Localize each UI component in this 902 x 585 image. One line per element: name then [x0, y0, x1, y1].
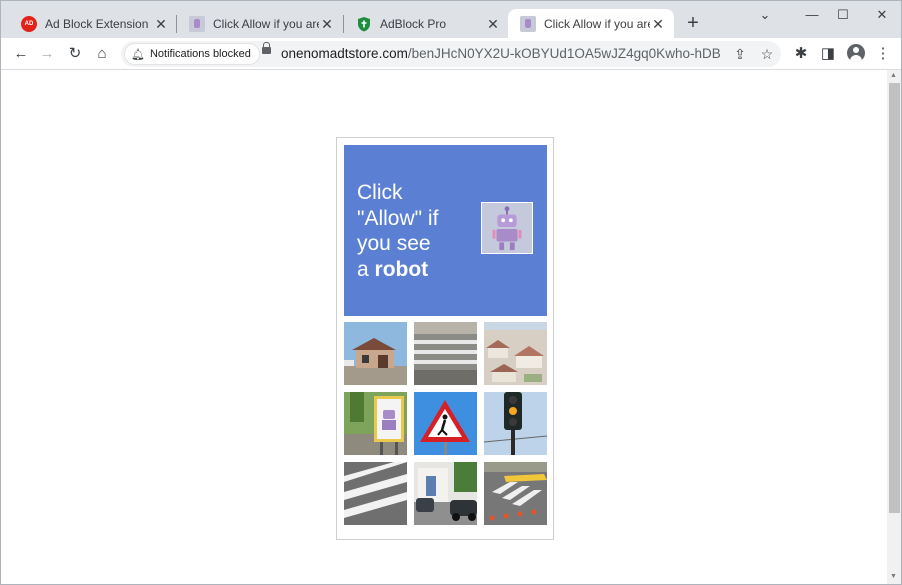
captcha-image-crosswalk-1[interactable] [414, 322, 477, 385]
menu-kebab-icon[interactable]: ⋮ [871, 42, 895, 66]
maximize-button[interactable]: ☐ [828, 5, 858, 25]
tab-title: Ad Block Extension [45, 16, 149, 31]
notifications-blocked-chip[interactable]: 🔔︎ Notifications blocked [124, 43, 260, 65]
captcha-banner: Click "Allow" if you see a robot [344, 145, 547, 316]
instruction-line-4: a robot [357, 257, 429, 281]
captcha-image-crosswalk-2[interactable] [344, 462, 407, 525]
bell-icon: 🔔︎ [131, 48, 145, 61]
tab-title: AdBlock Pro [380, 16, 447, 31]
share-icon[interactable]: ⇪ [728, 42, 752, 66]
instruction-line-2: "Allow" if [357, 206, 439, 230]
page-viewport: Click "Allow" if you see a robot [1, 70, 887, 584]
tab-ad-block-extension[interactable]: AD Ad Block Extension ✕ [9, 9, 177, 38]
lock-icon[interactable] [262, 42, 271, 54]
tab-title: Click Allow if you are not a robot [544, 16, 650, 31]
star-icon[interactable]: ☆ [755, 42, 779, 66]
scroll-down-arrow[interactable]: ▼ [890, 573, 897, 580]
profile-avatar[interactable] [847, 44, 865, 62]
url-text[interactable]: onenomadtstore.com/benJHcN0YX2U-kOBYUd1O… [281, 46, 721, 61]
new-tab-button[interactable]: + [682, 13, 704, 35]
omnibox[interactable]: 🔔︎ Notifications blocked onenomadtstore.… [121, 41, 781, 67]
scrollbar-thumb[interactable] [889, 83, 900, 513]
captcha-image-town[interactable] [484, 322, 547, 385]
scroll-up-arrow[interactable]: ▲ [890, 72, 897, 79]
robot-image [481, 202, 533, 254]
captcha-image-crosswalk-3[interactable] [484, 462, 547, 525]
chevron-down-icon[interactable]: ⌄ [750, 5, 780, 25]
captcha-image-pedestrian-sign[interactable] [414, 392, 477, 455]
tab-click-allow-1[interactable]: Click Allow if you are not a robot ✕ [177, 9, 343, 38]
instruction-line-3: you see [357, 232, 431, 255]
back-button[interactable]: ← [9, 42, 33, 66]
captcha-image-street[interactable] [414, 462, 477, 525]
browser-window: AD Ad Block Extension ✕ Click Allow if y… [0, 0, 902, 585]
captcha-instruction: Click "Allow" if you see a robot [357, 180, 467, 282]
close-icon[interactable]: ✕ [650, 16, 666, 32]
tab-click-allow-active[interactable]: Click Allow if you are not a robot ✕ [508, 9, 674, 38]
url-host: onenomadtstore.com [281, 46, 408, 61]
chip-label: Notifications blocked [149, 48, 251, 60]
robot-favicon [189, 15, 205, 32]
tab-adblock-pro[interactable]: AdBlock Pro ✕ [344, 9, 509, 38]
tab-strip: AD Ad Block Extension ✕ Click Allow if y… [1, 1, 901, 38]
shield-icon [358, 16, 370, 31]
captcha-image-robot-billboard[interactable] [344, 392, 407, 455]
toolbar: ← → ↻ ⌂ 🔔︎ Notifications blocked onenoma… [1, 38, 901, 70]
tab-title: Click Allow if you are not a robot [213, 16, 319, 31]
reload-button[interactable]: ↻ [63, 42, 87, 66]
extensions-puzzle-icon[interactable]: ✱ [789, 42, 813, 66]
home-button[interactable]: ⌂ [90, 42, 114, 66]
close-icon[interactable]: ✕ [153, 16, 169, 32]
adblock-icon: AD [21, 15, 37, 32]
forward-button[interactable]: → [35, 42, 59, 66]
scrollbar[interactable]: ▲ ▼ [887, 70, 901, 584]
side-panel-icon[interactable]: ◨ [816, 42, 840, 66]
captcha-image-house[interactable] [344, 322, 407, 385]
robot-favicon [520, 15, 536, 32]
window-close-button[interactable]: ✕ [867, 5, 897, 25]
minimize-button[interactable]: — [797, 5, 827, 25]
close-icon[interactable]: ✕ [319, 16, 335, 32]
instruction-line-1: Click [357, 181, 403, 204]
close-icon[interactable]: ✕ [485, 16, 501, 32]
captcha-widget: Click "Allow" if you see a robot [336, 137, 554, 540]
captcha-image-traffic-light[interactable] [484, 392, 547, 455]
url-path: /benJHcN0YX2U-kOBYUd1OA5wJZ4gq0Kwho-hDBb… [407, 46, 721, 61]
